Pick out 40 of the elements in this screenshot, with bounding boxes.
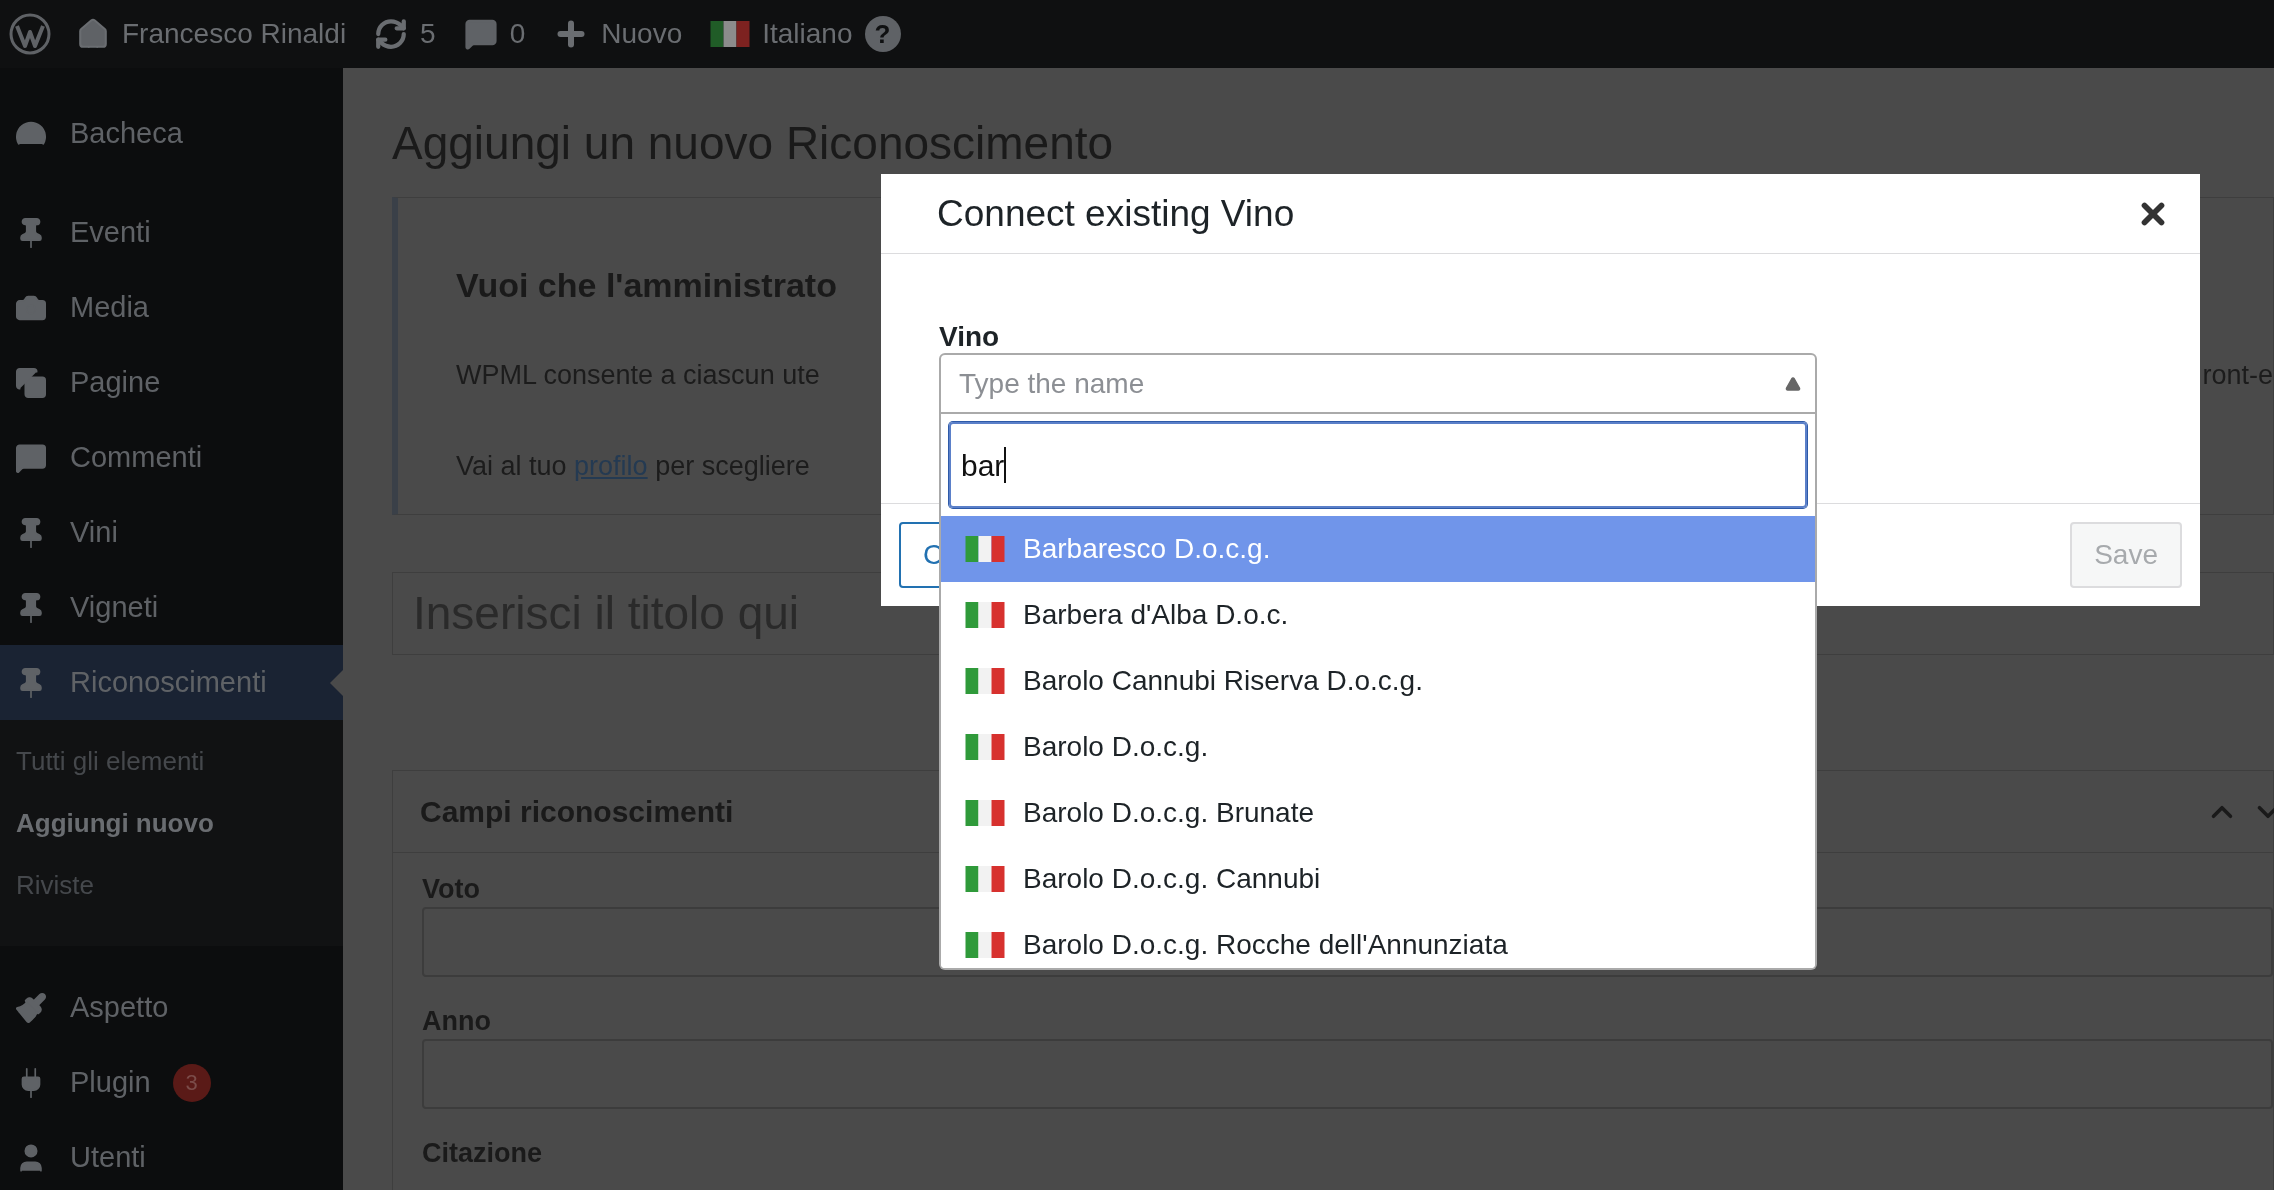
select-field[interactable]: Type the name xyxy=(939,353,1817,414)
refresh-icon xyxy=(374,17,409,51)
sidebar-item[interactable]: Bacheca xyxy=(0,96,343,171)
flag-icon xyxy=(965,866,1005,892)
flag-icon xyxy=(710,21,751,47)
sidebar-item[interactable]: Utenti xyxy=(0,1120,343,1190)
sidebar-item[interactable]: Vigneti xyxy=(0,570,343,645)
flag-icon xyxy=(965,800,1005,826)
submenu-item[interactable]: Tutti gli elementi xyxy=(0,730,343,792)
flag-icon xyxy=(965,734,1005,760)
submenu-item[interactable]: Riviste xyxy=(0,854,343,916)
dropdown-option[interactable]: Barbaresco D.o.c.g. xyxy=(941,516,1815,582)
language-link[interactable]: Italiano xyxy=(694,0,865,68)
sidebar-item[interactable]: Vini xyxy=(0,495,343,570)
sidebar-item[interactable]: Pagine xyxy=(0,345,343,420)
flag-icon xyxy=(965,668,1005,694)
paintbrush-icon xyxy=(14,990,48,1025)
search-field[interactable]: bar xyxy=(949,422,1807,508)
sidebar-item[interactable]: Aspetto xyxy=(0,970,343,1045)
sidebar-item[interactable]: Media xyxy=(0,270,343,345)
new-link[interactable]: Nuovo xyxy=(537,0,695,68)
current-arrow-icon xyxy=(330,670,343,696)
flag-icon xyxy=(965,932,1005,958)
caret-icon xyxy=(1785,375,1801,392)
home-icon xyxy=(76,17,110,51)
submenu-item[interactable]: Aggiungi nuovo xyxy=(0,792,343,854)
flag-icon xyxy=(965,536,1005,562)
help-button[interactable]: ? xyxy=(864,16,901,52)
pages-icon xyxy=(14,365,48,400)
logo-icon[interactable] xyxy=(8,12,52,56)
sidebar-item[interactable]: Eventi xyxy=(0,195,343,270)
sidebar-item[interactable]: Commenti xyxy=(0,420,343,495)
modal-title: Connect existing Vino xyxy=(937,191,1295,236)
flag-icon xyxy=(965,602,1005,628)
field-label: Vino xyxy=(939,320,1001,354)
sidebar-item[interactable]: Riconoscimenti xyxy=(0,645,343,720)
site-link[interactable]: Francesco Rinaldi xyxy=(60,0,359,68)
updates-link[interactable]: 5 xyxy=(358,0,448,68)
comments-link[interactable]: 0 xyxy=(447,0,538,68)
speech-bubble-icon xyxy=(463,17,498,51)
